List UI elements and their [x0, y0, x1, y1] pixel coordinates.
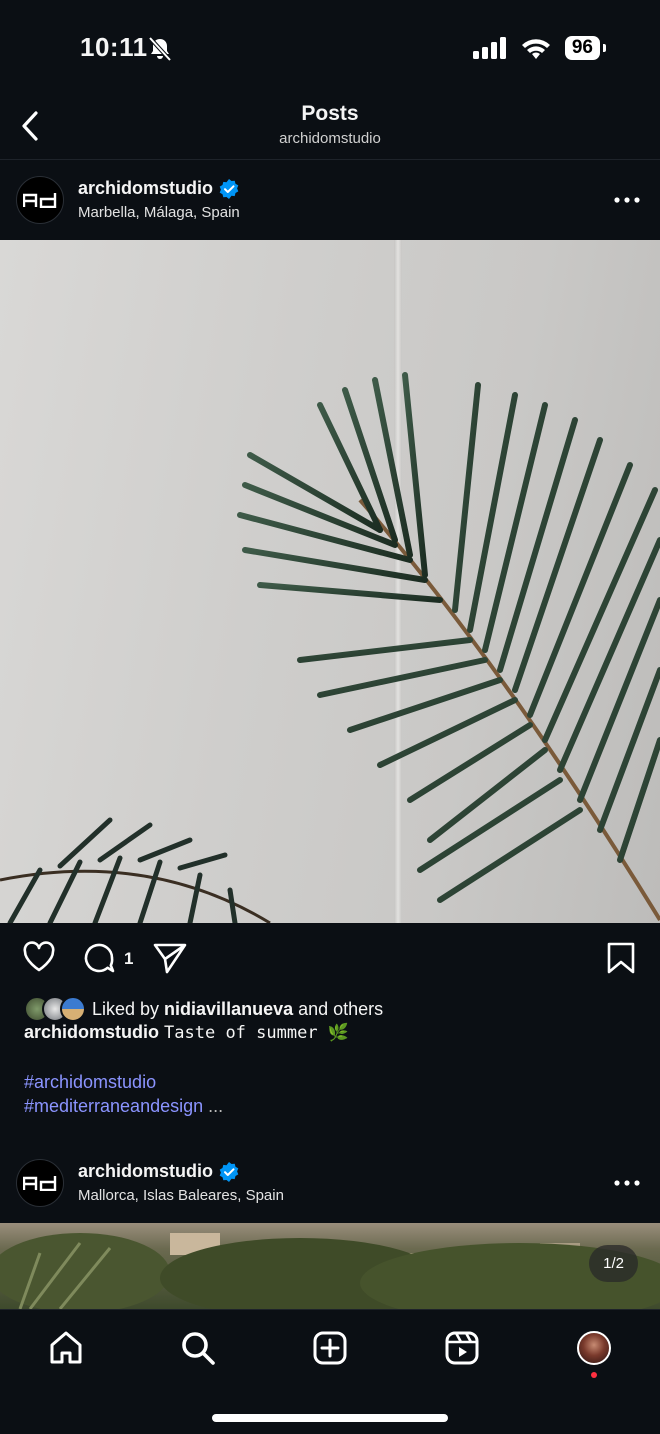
bottom-nav — [0, 1309, 660, 1434]
caption-text: Taste of summer 🌿 — [164, 1023, 349, 1043]
account-name[interactable]: archidomstudio — [78, 178, 239, 199]
top-header: Posts archidomstudio — [0, 96, 660, 160]
bell-slash-icon — [148, 36, 172, 62]
create-post-icon — [313, 1331, 347, 1365]
liker-avatars — [24, 996, 86, 1022]
more-horizontal-icon — [614, 1180, 640, 1186]
comment-icon[interactable] — [82, 941, 116, 975]
search-icon — [182, 1332, 215, 1365]
save-bookmark-icon[interactable] — [606, 941, 636, 975]
archidom-logo-icon — [23, 1176, 57, 1191]
liker-avatar — [60, 996, 86, 1022]
liked-by-user[interactable]: nidiavillanueva — [164, 999, 293, 1020]
caption-more[interactable]: ... — [208, 1096, 223, 1116]
post-image-palm[interactable] — [0, 240, 660, 923]
hashtag-link[interactable]: #archidomstudio — [24, 1070, 223, 1094]
post-actions: 1 — [0, 935, 660, 985]
likes-summary[interactable]: Liked by nidiavillanueva and others — [24, 996, 383, 1022]
battery-icon: 96 — [564, 36, 607, 60]
post-caption: archidomstudio Taste of summer 🌿 — [24, 1022, 349, 1043]
username[interactable]: archidomstudio — [78, 1161, 213, 1182]
account-avatar[interactable] — [16, 176, 64, 224]
nav-create[interactable] — [310, 1328, 350, 1368]
caption-hashtags: #archidomstudio #mediterraneandesign ... — [24, 1070, 223, 1118]
more-options-button[interactable] — [614, 188, 640, 212]
nav-reels[interactable] — [442, 1328, 482, 1368]
more-options-button[interactable] — [614, 1171, 640, 1195]
nav-profile[interactable] — [574, 1328, 614, 1368]
more-horizontal-icon — [614, 197, 640, 203]
page-title: Posts — [301, 102, 359, 125]
comment-count[interactable]: 1 — [124, 949, 133, 969]
wifi-icon — [521, 39, 550, 59]
cellular-signal-icon — [472, 37, 506, 59]
archidom-logo-icon — [23, 193, 57, 208]
verified-badge-icon — [219, 1161, 239, 1182]
post-image-landscape[interactable]: 1/2 — [0, 1223, 660, 1309]
like-heart-icon[interactable] — [22, 941, 56, 973]
caption-username[interactable]: archidomstudio — [24, 1022, 159, 1042]
liked-by-suffix: and others — [293, 998, 384, 1019]
username[interactable]: archidomstudio — [78, 178, 213, 199]
image-counter: 1/2 — [589, 1245, 638, 1282]
account-avatar[interactable] — [16, 1159, 64, 1207]
status-bar: 10:11 96 — [0, 0, 660, 96]
status-time: 10:11 — [80, 32, 148, 62]
palm-leaf-illustration — [0, 372, 660, 923]
nav-home[interactable] — [46, 1328, 86, 1368]
verified-badge-icon — [219, 178, 239, 199]
post-header: archidomstudio Mallorca, Islas Baleares,… — [0, 1143, 660, 1223]
home-icon — [50, 1331, 82, 1364]
post-header: archidomstudio Marbella, Málaga, Spain — [0, 160, 660, 240]
profile-avatar — [577, 1331, 611, 1365]
reels-icon — [445, 1331, 479, 1365]
landscape-illustration — [0, 1233, 660, 1309]
notification-dot — [591, 1372, 597, 1378]
page-subtitle: archidomstudio — [279, 130, 381, 147]
account-name[interactable]: archidomstudio — [78, 1161, 239, 1182]
post-location[interactable]: Marbella, Málaga, Spain — [78, 204, 240, 221]
home-indicator[interactable] — [212, 1414, 448, 1422]
share-send-icon[interactable] — [152, 941, 188, 975]
liked-by-prefix: Liked by — [92, 998, 165, 1019]
nav-search[interactable] — [178, 1328, 218, 1368]
post-location[interactable]: Mallorca, Islas Baleares, Spain — [78, 1187, 284, 1204]
hashtag-link[interactable]: #mediterraneandesign — [24, 1096, 203, 1116]
